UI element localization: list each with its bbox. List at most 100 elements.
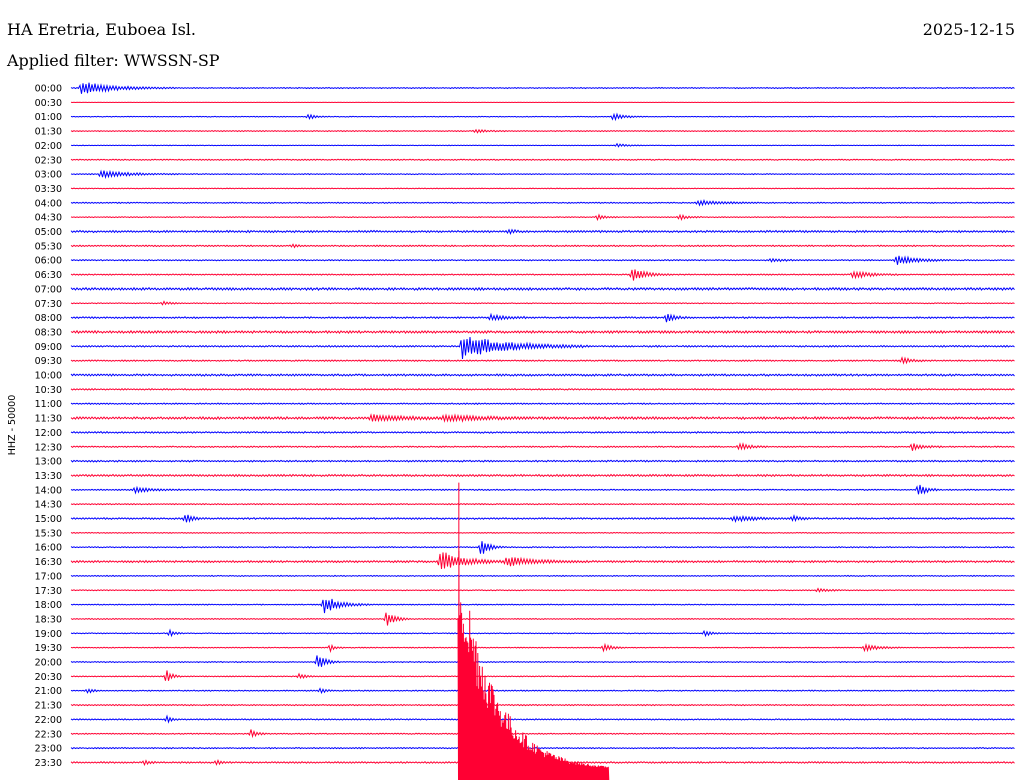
trace-1830	[70, 612, 1015, 626]
trace-0200	[70, 142, 1015, 148]
trace-2200	[70, 714, 1015, 724]
tick-label-1630: 16:30	[35, 557, 62, 568]
trace-0330	[70, 187, 1015, 190]
trace-0400	[70, 199, 1015, 207]
tick-label-1330: 13:30	[35, 471, 62, 482]
tick-label-1830: 18:30	[35, 614, 62, 625]
trace-0100	[70, 112, 1015, 122]
trace-0000	[70, 82, 1015, 94]
trace-2130	[70, 703, 1015, 707]
tick-label-1300: 13:00	[35, 457, 62, 468]
trace-1400	[70, 484, 1015, 495]
trace-2030	[70, 670, 1015, 681]
trace-1700	[70, 574, 1015, 578]
trace-2100	[70, 687, 1015, 695]
trace-0530	[70, 243, 1015, 249]
trace-1030	[70, 388, 1015, 391]
tick-label-2200: 22:00	[35, 715, 62, 726]
tick-label-0900: 09:00	[35, 342, 62, 353]
tick-label-0300: 03:00	[35, 170, 62, 181]
trace-2230	[70, 729, 1015, 739]
trace-1200	[70, 430, 1015, 434]
tick-label-0330: 03:30	[35, 184, 62, 195]
tick-label-0230: 02:30	[35, 155, 62, 166]
tick-label-0600: 06:00	[35, 256, 62, 267]
tick-label-2030: 20:30	[35, 672, 62, 683]
tick-label-0430: 04:30	[35, 213, 62, 224]
trace-0500	[70, 228, 1015, 235]
tick-label-1500: 15:00	[35, 514, 62, 525]
tick-label-0500: 05:00	[35, 227, 62, 238]
trace-2000	[70, 655, 1015, 667]
trace-0600	[70, 255, 1015, 265]
trace-1930	[70, 642, 1015, 654]
tick-label-1700: 17:00	[35, 571, 62, 582]
trace-1730	[70, 587, 1015, 593]
traces-group	[70, 82, 1015, 767]
tick-label-1600: 16:00	[35, 543, 62, 554]
trace-0630	[70, 269, 1015, 281]
tick-label-2330: 23:30	[35, 758, 62, 769]
tick-label-2000: 20:00	[35, 658, 62, 669]
tick-label-1530: 15:30	[35, 528, 62, 539]
trace-1900	[70, 628, 1015, 638]
trace-1530	[70, 531, 1015, 534]
helicorder-chart: 00:00 00:30 01:00 01:30 02:00 02:30 03:00 03:30…	[7, 82, 1015, 780]
tick-label-0030: 00:30	[35, 98, 62, 109]
tick-label-2230: 22:30	[35, 729, 62, 740]
trace-1600	[70, 541, 1015, 554]
tick-label-1230: 12:30	[35, 442, 62, 453]
trace-0700	[70, 286, 1015, 292]
trace-0300	[70, 169, 1015, 180]
tick-label-0830: 08:30	[35, 327, 62, 338]
tick-label-1100: 11:00	[35, 399, 62, 410]
trace-1800	[70, 598, 1015, 614]
trace-0900	[70, 337, 1015, 359]
tick-label-1430: 14:30	[35, 500, 62, 511]
tick-label-0730: 07:30	[35, 299, 62, 310]
trace-1630	[70, 552, 1015, 570]
tick-label-1730: 17:30	[35, 586, 62, 597]
trace-0730	[70, 300, 1015, 306]
trace-0430	[70, 213, 1015, 222]
trace-1330	[70, 473, 1015, 478]
trace-0930	[70, 356, 1015, 365]
tick-label-0100: 01:00	[35, 112, 62, 123]
tick-label-1130: 11:30	[35, 414, 62, 425]
trace-1130	[70, 413, 1015, 423]
trace-0800	[70, 312, 1015, 323]
tick-label-0530: 05:30	[35, 241, 62, 252]
tick-label-1900: 19:00	[35, 629, 62, 640]
tick-label-1030: 10:30	[35, 385, 62, 396]
trace-1500	[70, 514, 1015, 524]
trace-1100	[70, 402, 1015, 406]
mainshock-waveform	[457, 550, 610, 780]
tick-label-0630: 06:30	[35, 270, 62, 281]
tick-label-0700: 07:00	[35, 284, 62, 295]
tick-label-0800: 08:00	[35, 313, 62, 324]
tick-label-1200: 12:00	[35, 428, 62, 439]
tick-label-2300: 23:00	[35, 744, 62, 755]
tick-label-1000: 10:00	[35, 371, 62, 382]
tick-label-0930: 09:30	[35, 356, 62, 367]
mainshock-group	[457, 482, 610, 780]
tick-label-0000: 00:00	[35, 84, 62, 95]
trace-2300	[70, 746, 1015, 750]
trace-1300	[70, 459, 1015, 463]
trace-0830	[70, 329, 1015, 335]
trace-0230	[70, 158, 1015, 161]
trace-1230	[70, 442, 1015, 452]
tick-label-1800: 18:00	[35, 600, 62, 611]
tick-labels-group: 00:00 00:30 01:00 01:30 02:00 02:30 03:00 03:30…	[35, 84, 62, 769]
tick-label-2100: 21:00	[35, 686, 62, 697]
tick-label-2130: 21:30	[35, 701, 62, 712]
tick-label-0130: 01:30	[35, 127, 62, 138]
trace-0130	[70, 128, 1015, 134]
tick-label-1930: 19:30	[35, 643, 62, 654]
tick-label-1400: 14:00	[35, 485, 62, 496]
trace-1000	[70, 373, 1015, 377]
y-axis-label: HHZ - 50000	[7, 395, 18, 455]
tick-label-0200: 02:00	[35, 141, 62, 152]
trace-1430	[70, 502, 1015, 506]
tick-label-0400: 04:00	[35, 198, 62, 209]
